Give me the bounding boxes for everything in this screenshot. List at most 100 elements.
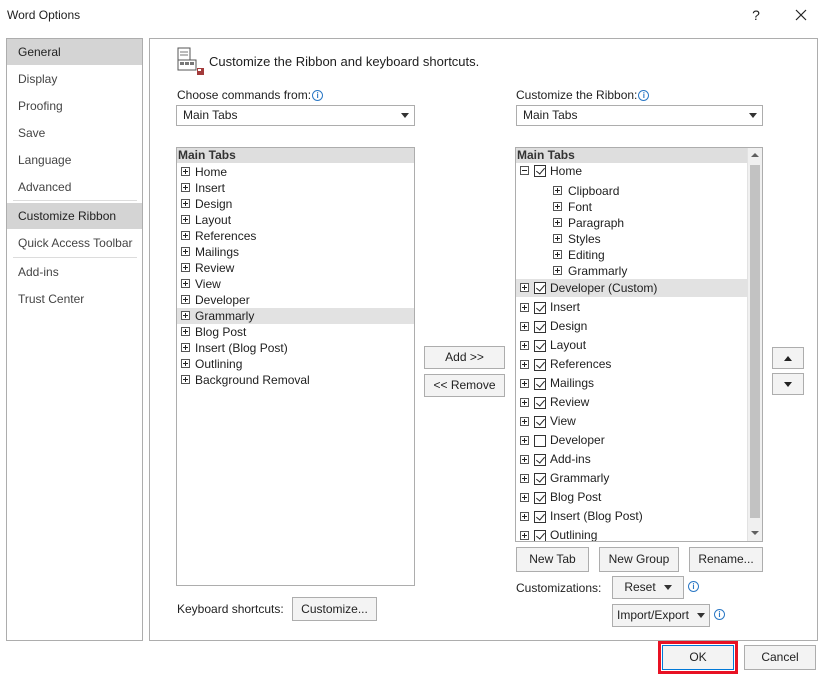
remove-button[interactable]: << Remove bbox=[424, 374, 505, 397]
sidebar-item-trust-center[interactable]: Trust Center bbox=[7, 286, 142, 312]
ribbon-tabs-tree[interactable]: Main Tabs Home Clipboard Font Paragraph … bbox=[515, 147, 763, 542]
tree-group-item[interactable]: Styles bbox=[516, 231, 747, 247]
checkbox-icon[interactable] bbox=[534, 340, 546, 352]
expand-icon[interactable] bbox=[520, 398, 529, 407]
list-item[interactable]: Blog Post bbox=[177, 324, 414, 340]
expand-icon[interactable] bbox=[553, 266, 562, 275]
expand-icon[interactable] bbox=[520, 303, 529, 312]
list-item[interactable]: Developer bbox=[177, 292, 414, 308]
tree-group-item[interactable]: Font bbox=[516, 199, 747, 215]
tree-item-selected[interactable]: Developer (Custom) bbox=[516, 279, 747, 297]
move-down-button[interactable] bbox=[772, 373, 804, 395]
tree-item[interactable]: Blog Post bbox=[516, 488, 747, 507]
list-item[interactable]: Outlining bbox=[177, 356, 414, 372]
tree-item[interactable]: View bbox=[516, 412, 747, 431]
list-item[interactable]: References bbox=[177, 228, 414, 244]
reset-button[interactable]: Reset bbox=[612, 576, 684, 599]
checkbox-icon[interactable] bbox=[534, 302, 546, 314]
expand-icon[interactable] bbox=[181, 295, 190, 304]
tree-item[interactable]: Outlining bbox=[516, 526, 747, 541]
expand-icon[interactable] bbox=[520, 531, 529, 540]
expand-icon[interactable] bbox=[181, 375, 190, 384]
expand-icon[interactable] bbox=[520, 341, 529, 350]
tree-item[interactable]: Design bbox=[516, 317, 747, 336]
expand-icon[interactable] bbox=[553, 186, 562, 195]
new-group-button[interactable]: New Group bbox=[599, 547, 679, 572]
expand-icon[interactable] bbox=[181, 167, 190, 176]
list-item[interactable]: Layout bbox=[177, 212, 414, 228]
expand-icon[interactable] bbox=[520, 379, 529, 388]
expand-icon[interactable] bbox=[181, 359, 190, 368]
expand-icon[interactable] bbox=[520, 283, 529, 292]
import-export-button[interactable]: Import/Export bbox=[612, 604, 710, 627]
list-item[interactable]: Design bbox=[177, 196, 414, 212]
checkbox-icon[interactable] bbox=[534, 530, 546, 541]
close-button[interactable] bbox=[790, 4, 812, 26]
choose-commands-dropdown[interactable]: Main Tabs bbox=[176, 105, 415, 126]
tree-item[interactable]: Add-ins bbox=[516, 450, 747, 469]
list-item[interactable]: Mailings bbox=[177, 244, 414, 260]
commands-list[interactable]: Main Tabs Home Insert Design Layout Refe… bbox=[176, 147, 415, 586]
list-item[interactable]: View bbox=[177, 276, 414, 292]
cancel-button[interactable]: Cancel bbox=[744, 645, 816, 670]
tree-item-home[interactable]: Home bbox=[516, 163, 747, 179]
expand-icon[interactable] bbox=[181, 327, 190, 336]
sidebar-item-language[interactable]: Language bbox=[7, 147, 142, 173]
list-item[interactable]: Home bbox=[177, 164, 414, 180]
sidebar-item-add-ins[interactable]: Add-ins bbox=[7, 259, 142, 285]
sidebar-item-proofing[interactable]: Proofing bbox=[7, 93, 142, 119]
expand-icon[interactable] bbox=[520, 512, 529, 521]
expand-icon[interactable] bbox=[181, 199, 190, 208]
checkbox-icon[interactable] bbox=[534, 378, 546, 390]
expand-icon[interactable] bbox=[181, 183, 190, 192]
expand-icon[interactable] bbox=[181, 231, 190, 240]
checkbox-icon[interactable] bbox=[534, 492, 546, 504]
expand-icon[interactable] bbox=[181, 247, 190, 256]
expand-icon[interactable] bbox=[553, 250, 562, 259]
expand-icon[interactable] bbox=[181, 279, 190, 288]
rename-button[interactable]: Rename... bbox=[689, 547, 763, 572]
expand-icon[interactable] bbox=[520, 474, 529, 483]
add-button[interactable]: Add >> bbox=[424, 346, 505, 369]
new-tab-button[interactable]: New Tab bbox=[516, 547, 589, 572]
tree-item[interactable]: Review bbox=[516, 393, 747, 412]
collapse-icon[interactable] bbox=[520, 166, 529, 175]
tree-item[interactable]: References bbox=[516, 355, 747, 374]
sidebar-item-customize-ribbon[interactable]: Customize Ribbon bbox=[7, 203, 142, 229]
tree-scrollbar[interactable] bbox=[747, 148, 762, 541]
tree-group-item[interactable]: Paragraph bbox=[516, 215, 747, 231]
checkbox-icon[interactable] bbox=[534, 359, 546, 371]
sidebar-item-save[interactable]: Save bbox=[7, 120, 142, 146]
checkbox-icon[interactable] bbox=[534, 473, 546, 485]
tree-item[interactable]: Developer bbox=[516, 431, 747, 450]
expand-icon[interactable] bbox=[181, 311, 190, 320]
expand-icon[interactable] bbox=[181, 263, 190, 272]
checkbox-icon[interactable] bbox=[534, 397, 546, 409]
tree-item[interactable]: Insert bbox=[516, 298, 747, 317]
expand-icon[interactable] bbox=[520, 436, 529, 445]
list-item-selected[interactable]: Grammarly bbox=[177, 308, 414, 324]
expand-icon[interactable] bbox=[553, 218, 562, 227]
tree-item[interactable]: Grammarly bbox=[516, 469, 747, 488]
checkbox-icon[interactable] bbox=[534, 321, 546, 333]
tree-item[interactable]: Mailings bbox=[516, 374, 747, 393]
checkbox-icon[interactable] bbox=[534, 282, 546, 294]
expand-icon[interactable] bbox=[181, 215, 190, 224]
checkbox-icon[interactable] bbox=[534, 416, 546, 428]
customize-shortcuts-button[interactable]: Customize... bbox=[292, 597, 377, 621]
expand-icon[interactable] bbox=[520, 417, 529, 426]
sidebar-item-advanced[interactable]: Advanced bbox=[7, 174, 142, 200]
checkbox-icon[interactable] bbox=[534, 165, 546, 177]
expand-icon[interactable] bbox=[520, 322, 529, 331]
scrollbar-thumb[interactable] bbox=[750, 165, 760, 518]
expand-icon[interactable] bbox=[520, 360, 529, 369]
customize-ribbon-dropdown[interactable]: Main Tabs bbox=[516, 105, 763, 126]
tree-group-item[interactable]: Clipboard bbox=[516, 183, 747, 199]
sidebar-item-quick-access-toolbar[interactable]: Quick Access Toolbar bbox=[7, 230, 142, 256]
sidebar-item-display[interactable]: Display bbox=[7, 66, 142, 92]
expand-icon[interactable] bbox=[553, 234, 562, 243]
tree-item[interactable]: Insert (Blog Post) bbox=[516, 507, 747, 526]
expand-icon[interactable] bbox=[520, 455, 529, 464]
tree-item[interactable]: Layout bbox=[516, 336, 747, 355]
move-up-button[interactable] bbox=[772, 347, 804, 369]
